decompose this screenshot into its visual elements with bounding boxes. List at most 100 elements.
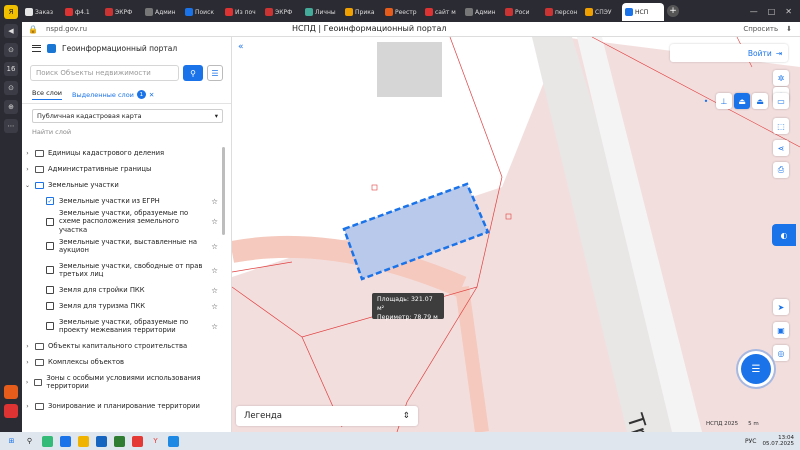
- chat-button[interactable]: ☰: [741, 354, 771, 384]
- ask-button[interactable]: Спросить: [743, 25, 778, 33]
- chevron-right-icon[interactable]: ›: [24, 359, 31, 366]
- browser-tab[interactable]: сайт м: [422, 3, 462, 21]
- star-icon[interactable]: ☆: [211, 217, 218, 226]
- locate-button[interactable]: ➤: [773, 299, 789, 315]
- browser-tab[interactable]: Роси: [502, 3, 542, 21]
- browser-tab[interactable]: СПЭУ: [582, 3, 622, 21]
- layer-group[interactable]: › Зоны с особыми условиями использования …: [24, 370, 222, 394]
- screen-button[interactable]: ▣: [773, 322, 789, 338]
- browser-tab[interactable]: Админ: [142, 3, 182, 21]
- browser-tab[interactable]: Прика: [342, 3, 382, 21]
- clear-selection-icon[interactable]: ✕: [149, 91, 154, 99]
- url-field[interactable]: nspd.gov.ru: [46, 25, 87, 33]
- chevron-right-icon[interactable]: ›: [24, 403, 31, 410]
- map-canvas[interactable]: Трак: [232, 37, 800, 432]
- tab-selected-layers[interactable]: Выделенные слои 1 ✕: [72, 90, 154, 99]
- scrollbar[interactable]: [222, 147, 225, 235]
- taskbar-app-icon[interactable]: [132, 435, 143, 447]
- layer-group[interactable]: › Зонирование и планирование территории: [24, 394, 222, 418]
- legend-button[interactable]: Легенда ⇕: [236, 406, 418, 426]
- layers-tool-button[interactable]: ✲: [773, 70, 789, 86]
- browser-tab[interactable]: Реестр: [382, 3, 422, 21]
- layer-item[interactable]: Земельные участки, выставленные на аукци…: [24, 234, 222, 258]
- back-icon[interactable]: ◀: [4, 24, 18, 38]
- line-tool-button[interactable]: ⊥: [716, 93, 732, 109]
- layer-group[interactable]: › Единицы кадастрового деления: [24, 145, 222, 161]
- measure-mode-button[interactable]: ▭: [773, 93, 789, 109]
- layer-checkbox[interactable]: ✓: [46, 197, 54, 205]
- browser-tab[interactable]: ЭКРФ: [102, 3, 142, 21]
- sidebar-app-icon[interactable]: ⊕: [4, 100, 18, 114]
- browser-tab[interactable]: Из поч: [222, 3, 262, 21]
- layer-checkbox[interactable]: [46, 302, 54, 311]
- layer-item[interactable]: ✓ Земельные участки из ЕГРН ☆: [24, 193, 222, 209]
- windows-icon[interactable]: ⊞: [6, 436, 17, 447]
- minimize-button[interactable]: —: [750, 7, 758, 16]
- sidebar-app-icon[interactable]: [4, 385, 18, 399]
- star-icon[interactable]: ☆: [211, 302, 218, 311]
- star-icon[interactable]: ☆: [211, 322, 218, 331]
- layer-item[interactable]: Земельные участки, образуемые по проекту…: [24, 314, 222, 338]
- taskbar-app-icon[interactable]: [42, 435, 53, 447]
- browser-tab[interactable]: персон: [542, 3, 582, 21]
- close-button[interactable]: ✕: [785, 7, 792, 16]
- layer-item[interactable]: Земля для туризма ПКК ☆: [24, 298, 222, 314]
- layer-group[interactable]: ⌄ Земельные участки: [24, 177, 222, 193]
- browser-tab[interactable]: НСП: [622, 3, 664, 21]
- find-layer-label[interactable]: Найти слой: [22, 123, 231, 136]
- measure-tool-button[interactable]: ⏏: [752, 93, 768, 109]
- menu-icon[interactable]: [32, 44, 41, 52]
- taskbar-app-icon[interactable]: [114, 435, 125, 447]
- word-icon[interactable]: [168, 435, 179, 447]
- basemap-select[interactable]: Публичная кадастровая карта ▾: [32, 109, 223, 123]
- browser-tab[interactable]: ф4.1: [62, 3, 102, 21]
- layer-checkbox[interactable]: [46, 242, 54, 251]
- yandex-icon[interactable]: Я: [4, 5, 18, 19]
- sidebar-app-icon[interactable]: 16: [4, 62, 18, 76]
- layer-item[interactable]: Земельные участки, образуемые по схеме р…: [24, 209, 222, 234]
- layer-checkbox[interactable]: [46, 322, 54, 331]
- sidebar-app-icon[interactable]: [4, 404, 18, 418]
- yandex-browser-icon[interactable]: Y: [150, 436, 161, 447]
- select-tool-button[interactable]: ⬚: [773, 118, 789, 134]
- browser-tab[interactable]: Админ: [462, 3, 502, 21]
- gps-button[interactable]: ◎: [773, 345, 789, 361]
- tab-all-layers[interactable]: Все слои: [32, 89, 63, 100]
- chevron-right-icon[interactable]: ›: [24, 150, 31, 157]
- star-icon[interactable]: ☆: [211, 286, 218, 295]
- layer-group[interactable]: › Комплексы объектов: [24, 354, 222, 370]
- lang-indicator[interactable]: РУС: [745, 438, 756, 445]
- edge-icon[interactable]: [60, 435, 71, 447]
- new-tab-button[interactable]: +: [667, 5, 679, 17]
- browser-tab[interactable]: Заказ: [22, 3, 62, 21]
- layer-checkbox[interactable]: [46, 217, 54, 226]
- browser-tab[interactable]: Личны: [302, 3, 342, 21]
- clock[interactable]: 13:04 05.07.2025: [763, 435, 795, 447]
- share-button[interactable]: ⋖: [773, 140, 789, 156]
- star-icon[interactable]: ☆: [211, 266, 218, 275]
- area-tool-button[interactable]: ⏏: [734, 93, 750, 109]
- star-icon[interactable]: ☆: [211, 197, 218, 206]
- login-button[interactable]: Войти ⇥: [670, 44, 788, 62]
- chevron-right-icon[interactable]: ›: [24, 379, 30, 386]
- star-icon[interactable]: ☆: [211, 242, 218, 251]
- search-input[interactable]: [30, 65, 179, 81]
- print-button[interactable]: ⎙: [773, 162, 789, 178]
- layer-group[interactable]: › Административные границы: [24, 161, 222, 177]
- layer-checkbox[interactable]: [46, 286, 54, 295]
- maximize-button[interactable]: □: [768, 7, 776, 16]
- browser-tab[interactable]: Поиск: [182, 3, 222, 21]
- outlook-icon[interactable]: [96, 435, 107, 447]
- browser-tab[interactable]: ЭКРФ: [262, 3, 302, 21]
- filter-button[interactable]: ☰: [207, 65, 223, 81]
- layer-checkbox[interactable]: [46, 266, 54, 275]
- chevron-down-icon[interactable]: ⌄: [24, 182, 31, 189]
- layer-item[interactable]: Земля для стройки ПКК ☆: [24, 282, 222, 298]
- more-icon[interactable]: ⋯: [4, 119, 18, 133]
- search-icon[interactable]: ⚲: [24, 436, 35, 447]
- layer-group[interactable]: › Объекты капитального строительства: [24, 338, 222, 354]
- collapse-panel-button[interactable]: «: [238, 42, 252, 54]
- chevron-right-icon[interactable]: ›: [24, 166, 31, 173]
- search-button[interactable]: ⚲: [183, 65, 203, 81]
- chevron-right-icon[interactable]: ›: [24, 343, 31, 350]
